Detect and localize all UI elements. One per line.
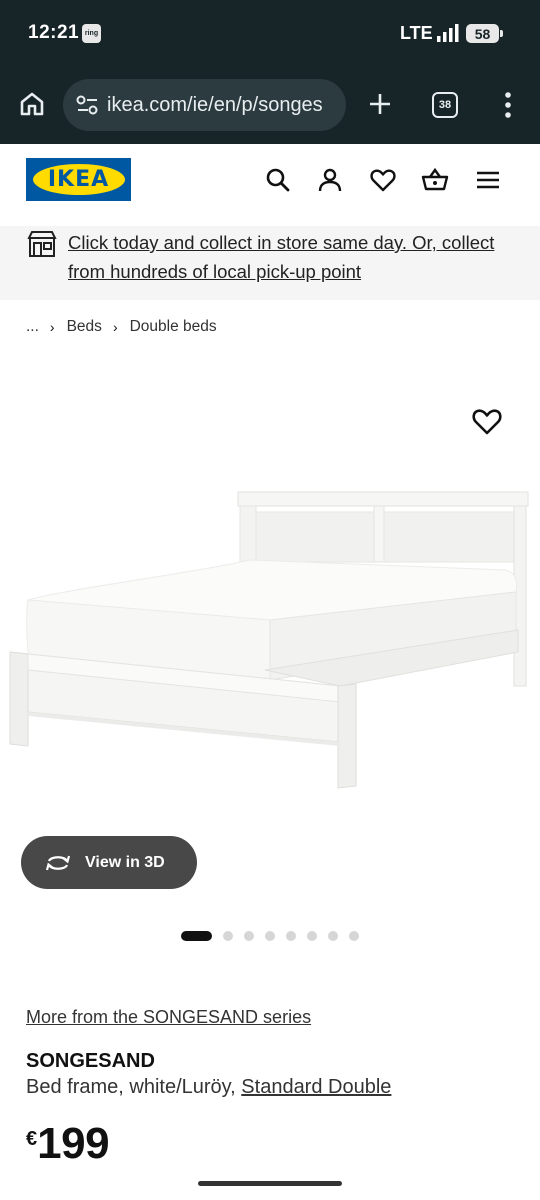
chevron-right-icon: › (112, 319, 118, 335)
url-text: ikea.com/ie/en/p/songes (107, 93, 323, 116)
search-icon[interactable] (264, 166, 292, 194)
battery-level: 58 (466, 24, 499, 43)
hamburger-menu-icon[interactable] (474, 166, 502, 194)
battery-icon: 58 (466, 24, 503, 43)
basket-icon[interactable] (421, 166, 449, 194)
click-and-collect-banner[interactable]: Click today and collect in store same da… (0, 226, 540, 300)
overflow-menu-icon[interactable] (500, 90, 516, 120)
breadcrumb-beds[interactable]: Beds (67, 318, 102, 336)
chevron-right-icon: › (49, 319, 55, 335)
product-price: € 199 (26, 1119, 110, 1170)
price-value: 199 (37, 1119, 110, 1168)
product-image[interactable] (0, 480, 540, 800)
product-name: SONGESAND (26, 1050, 155, 1072)
view-in-3d-button[interactable]: View in 3D (21, 836, 197, 889)
carousel-dot[interactable] (244, 931, 254, 941)
browser-toolbar: ikea.com/ie/en/p/songes 38 (0, 68, 540, 144)
carousel-dot[interactable] (328, 931, 338, 941)
series-link[interactable]: More from the SONGESAND series (26, 1007, 311, 1028)
carousel-dot[interactable] (286, 931, 296, 941)
tabs-icon[interactable]: 38 (432, 92, 458, 118)
add-to-wishlist-icon[interactable] (470, 406, 504, 438)
carousel-dot[interactable] (265, 931, 275, 941)
view-in-3d-label: View in 3D (85, 853, 165, 871)
carousel-dot[interactable] (307, 931, 317, 941)
product-description: Bed frame, white/Luröy, Standard Double (26, 1076, 391, 1099)
ring-notification-icon: ring (82, 24, 101, 43)
store-icon (27, 231, 57, 257)
image-carousel-indicator (181, 931, 370, 941)
status-time: 12:21 (28, 22, 80, 43)
account-icon[interactable] (316, 166, 344, 194)
ikea-logo[interactable]: IKEA (26, 158, 131, 201)
home-icon[interactable] (18, 90, 46, 118)
url-bar[interactable]: ikea.com/ie/en/p/songes (63, 79, 346, 131)
status-bar: 12:21 ring LTE 58 (0, 0, 540, 68)
site-header: IKEA (0, 144, 540, 226)
rotate-3d-icon (45, 855, 71, 870)
carousel-dot[interactable] (223, 931, 233, 941)
product-description-text: Bed frame, white/Luröy, (26, 1076, 242, 1098)
breadcrumb-double-beds[interactable]: Double beds (130, 318, 217, 336)
breadcrumb-ellipsis[interactable]: ... (26, 318, 39, 336)
carousel-dot-active[interactable] (181, 931, 212, 941)
network-type: LTE (400, 23, 433, 43)
promo-link[interactable]: Click today and collect in store same da… (68, 228, 528, 286)
size-link[interactable]: Standard Double (241, 1076, 391, 1098)
gesture-home-bar[interactable] (198, 1181, 342, 1186)
logo-text: IKEA (47, 167, 110, 192)
carousel-dot[interactable] (349, 931, 359, 941)
signal-icon (437, 24, 459, 42)
wishlist-icon[interactable] (369, 166, 397, 194)
site-settings-icon[interactable] (75, 94, 101, 116)
price-currency: € (26, 1128, 38, 1150)
breadcrumb: ... › Beds › Double beds (26, 316, 217, 338)
new-tab-icon[interactable] (366, 90, 394, 118)
